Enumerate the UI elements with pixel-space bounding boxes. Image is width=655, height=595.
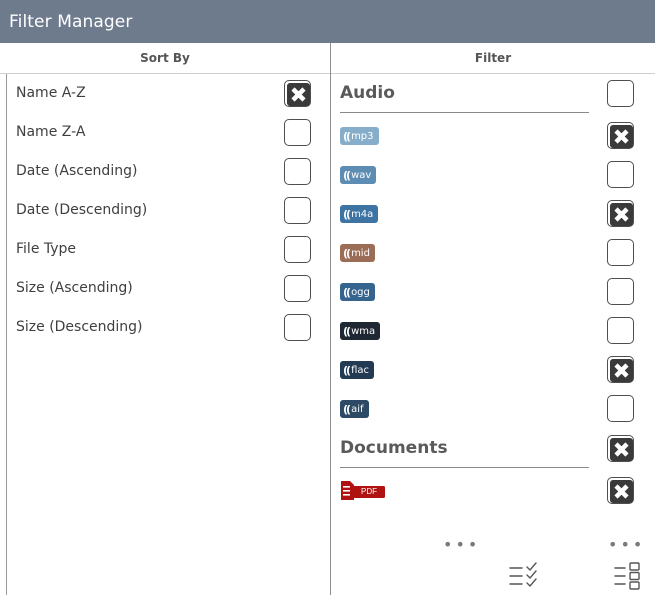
filter-item-checkbox[interactable] [607, 278, 634, 305]
sort-by-header-label: Sort By [140, 51, 190, 65]
sort-option-checkbox[interactable] [284, 236, 311, 263]
file-type-label: ogg [351, 286, 370, 298]
audio-file-tag: ((wav [340, 166, 377, 184]
filter-group-underline [340, 112, 589, 113]
file-type-label: wma [351, 325, 376, 337]
filter-group-checkbox[interactable] [607, 435, 634, 462]
sort-option-checkbox[interactable] [284, 158, 311, 185]
filter-group-checkbox[interactable] [607, 80, 634, 107]
sort-option-label: Size (Ascending) [16, 280, 133, 296]
sort-option-checkbox[interactable] [284, 275, 311, 302]
filter-item-row[interactable]: PDF [331, 472, 655, 510]
sound-wave-icon: (( [343, 168, 351, 182]
sort-by-header: Sort By [0, 43, 330, 74]
filter-item-checkbox[interactable] [607, 239, 634, 266]
filter-item-row[interactable]: ((wav [331, 156, 655, 194]
filter-item-checkbox[interactable] [607, 161, 634, 188]
filter-header: Filter [331, 43, 655, 74]
sort-option-checkbox[interactable] [284, 80, 311, 107]
filter-item-row[interactable]: ((aif [331, 390, 655, 428]
filter-item-checkbox[interactable] [607, 477, 634, 504]
sort-option-row[interactable]: Name Z-A [0, 114, 330, 152]
file-type-label: mp3 [351, 130, 374, 142]
sort-option-checkbox[interactable] [284, 314, 311, 341]
sort-option-checkbox[interactable] [284, 197, 311, 224]
audio-file-tag: ((ogg [340, 283, 375, 301]
sort-option-label: Name A-Z [16, 85, 86, 101]
sort-option-label: Date (Ascending) [16, 163, 138, 179]
file-type-label: m4a [351, 208, 374, 220]
filter-item-row[interactable]: ((m4a [331, 195, 655, 233]
more-filters-ellipsis[interactable]: ••• [443, 535, 480, 554]
filter-item-checkbox[interactable] [607, 395, 634, 422]
filter-item-row[interactable]: ((ogg [331, 273, 655, 311]
more-options-ellipsis[interactable]: ••• [608, 535, 645, 554]
list-grid-icon[interactable] [613, 560, 647, 592]
file-type-label: flac [351, 364, 369, 376]
audio-file-tag: ((wma [340, 322, 381, 340]
file-type-label: aif [351, 403, 364, 415]
filter-group-title: Audio [340, 83, 395, 103]
sort-option-row[interactable]: File Type [0, 231, 330, 269]
sort-option-label: Date (Descending) [16, 202, 148, 218]
sound-wave-icon: (( [343, 363, 351, 377]
filter-item-checkbox[interactable] [607, 200, 634, 227]
sort-option-row[interactable]: Name A-Z [0, 75, 330, 113]
sound-wave-icon: (( [343, 402, 351, 416]
file-type-label: mid [351, 247, 370, 259]
filter-item-checkbox[interactable] [607, 317, 634, 344]
window-title: Filter Manager [9, 11, 133, 32]
audio-file-tag: ((aif [340, 400, 369, 418]
filter-item-row[interactable]: ((mid [331, 234, 655, 272]
pdf-file-icon: PDF [339, 480, 387, 506]
audio-file-tag: ((mid [340, 244, 375, 262]
filter-item-checkbox[interactable] [607, 122, 634, 149]
sort-option-row[interactable]: Date (Descending) [0, 192, 330, 230]
sound-wave-icon: (( [343, 207, 351, 221]
file-type-label: wav [351, 169, 372, 181]
sort-option-label: Size (Descending) [16, 319, 143, 335]
filter-item-row[interactable]: ((wma [331, 312, 655, 350]
filter-group-underline [340, 467, 589, 468]
sort-option-label: Name Z-A [16, 124, 86, 140]
audio-file-tag: ((mp3 [340, 127, 379, 145]
sort-option-row[interactable]: Date (Ascending) [0, 153, 330, 191]
file-type-label: PDF [361, 487, 377, 496]
filter-item-row[interactable]: ((flac [331, 351, 655, 389]
sound-wave-icon: (( [343, 285, 351, 299]
filter-item-row[interactable]: ((mp3 [331, 117, 655, 155]
sort-option-row[interactable]: Size (Descending) [0, 309, 330, 347]
sort-option-row[interactable]: Size (Ascending) [0, 270, 330, 308]
filter-group-title: Documents [340, 438, 448, 458]
sort-option-label: File Type [16, 241, 77, 257]
checklist-icon[interactable] [508, 560, 542, 592]
sound-wave-icon: (( [343, 129, 351, 143]
sound-wave-icon: (( [343, 324, 351, 338]
window-titlebar: Filter Manager [0, 0, 655, 43]
sound-wave-icon: (( [343, 246, 351, 260]
filter-header-label: Filter [474, 51, 512, 65]
filter-item-checkbox[interactable] [607, 356, 634, 383]
audio-file-tag: ((m4a [340, 205, 379, 223]
sort-option-checkbox[interactable] [284, 119, 311, 146]
audio-file-tag: ((flac [340, 361, 374, 379]
